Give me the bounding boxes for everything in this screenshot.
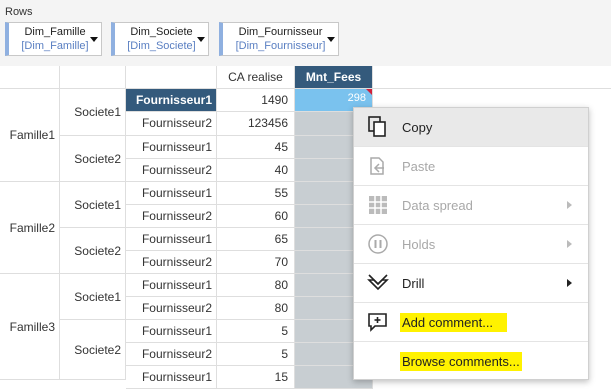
societe-label: Societe2 <box>74 243 121 258</box>
row-header-societe[interactable]: Societe1 <box>60 89 126 136</box>
menu-item-holds[interactable]: Holds <box>354 225 588 264</box>
cell-ca-realise[interactable]: 5 <box>217 343 295 366</box>
dim-chip-sub: [Dim_Societe] <box>127 40 196 52</box>
row-header-fournisseur[interactable]: Fournisseur2 <box>126 343 217 366</box>
cell-ca-realise[interactable]: 80 <box>217 297 295 320</box>
copy-icon <box>354 116 402 138</box>
row-header-fournisseur[interactable]: Fournisseur2 <box>126 251 217 274</box>
cell-ca-realise[interactable]: 40 <box>217 159 295 182</box>
row-header-fournisseur[interactable]: Fournisseur1 <box>126 182 217 205</box>
row-header-fournisseur[interactable]: Fournisseur2 <box>126 297 217 320</box>
dim-chip-societe[interactable]: Dim_Societe [Dim_Societe] <box>111 22 209 56</box>
chevron-right-icon <box>567 240 572 248</box>
comment-flag-icon <box>366 89 372 95</box>
rows-toolbar: Rows Dim_Famille [Dim_Famille] Dim_Socie… <box>0 0 611 67</box>
dim-chip-name: Dim_Famille <box>24 26 86 38</box>
row-header-fournisseur[interactable]: Fournisseur2 <box>126 205 217 228</box>
corner-cell <box>0 66 60 89</box>
row-header-famille[interactable]: Famille1 <box>0 89 60 182</box>
menu-item-label: Data spread <box>402 197 473 213</box>
cell-ca-realise[interactable]: 65 <box>217 228 295 251</box>
chevron-down-icon[interactable] <box>327 37 335 42</box>
empty-header <box>373 66 611 89</box>
menu-item-label: Drill <box>402 275 425 291</box>
cell-ca-realise[interactable]: 80 <box>217 274 295 297</box>
col-header-mnt-fees[interactable]: Mnt_Fees <box>295 66 373 89</box>
row-header-fournisseur[interactable]: Fournisseur1 <box>126 366 217 389</box>
dim-chip-fournisseur[interactable]: Dim_Fournisseur [Dim_Fournisseur] <box>219 22 339 56</box>
corner-cell <box>60 66 126 89</box>
menu-item-add-comment[interactable]: Add comment... <box>354 303 588 342</box>
cell-ca-realise[interactable]: 70 <box>217 251 295 274</box>
menu-item-paste[interactable]: Paste <box>354 147 588 186</box>
menu-item-copy[interactable]: Copy <box>354 108 588 147</box>
cell-ca-realise[interactable]: 5 <box>217 320 295 343</box>
row-header-fournisseur[interactable]: Fournisseur1 <box>126 320 217 343</box>
cell-value: 298 <box>347 92 366 104</box>
menu-item-label: Holds <box>402 236 436 252</box>
dim-chip-famille[interactable]: Dim_Famille [Dim_Famille] <box>5 22 102 56</box>
row-header-fournisseur[interactable]: Fournisseur2 <box>126 159 217 182</box>
context-menu: Copy Paste Data spread Holds Drill Add c… <box>353 107 589 380</box>
dim-chip-sub: [Dim_Fournisseur] <box>235 40 326 52</box>
menu-item-label: Add comment... <box>400 312 508 332</box>
add-comment-icon <box>354 311 402 333</box>
row-header-famille[interactable]: Famille3 <box>0 274 60 380</box>
menu-item-label: Copy <box>402 119 433 135</box>
famille-label: Famille3 <box>9 319 55 334</box>
famille-label: Famille1 <box>9 128 55 142</box>
famille-label: Famille2 <box>9 220 55 235</box>
menu-item-drill[interactable]: Drill <box>354 264 588 303</box>
row-header-fournisseur[interactable]: Fournisseur1 <box>126 228 217 251</box>
cell-ca-realise[interactable]: 15 <box>217 366 295 389</box>
paste-icon <box>354 155 402 177</box>
cell-ca-realise[interactable]: 60 <box>217 205 295 228</box>
drill-icon <box>354 272 402 294</box>
dim-chip-sub: [Dim_Famille] <box>21 40 89 52</box>
row-header-fournisseur[interactable]: Fournisseur1 <box>126 89 217 112</box>
menu-item-browse-comments[interactable]: Browse comments... <box>354 342 588 381</box>
dim-chip-name: Dim_Societe <box>130 26 193 38</box>
cell-ca-realise[interactable]: 45 <box>217 136 295 159</box>
societe-label: Societe2 <box>74 151 121 166</box>
holds-icon <box>354 233 402 255</box>
chevron-right-icon <box>567 201 572 209</box>
menu-item-label: Browse comments... <box>400 352 522 371</box>
row-header-fournisseur[interactable]: Fournisseur1 <box>126 274 217 297</box>
data-spread-icon <box>354 195 402 215</box>
row-header-societe[interactable]: Societe1 <box>60 274 126 320</box>
societe-label: Societe2 <box>74 342 121 357</box>
row-header-societe[interactable]: Societe1 <box>60 182 126 228</box>
rows-label: Rows <box>5 6 33 18</box>
cell-ca-realise[interactable]: 1490 <box>217 89 295 112</box>
corner-cell <box>126 66 217 89</box>
chevron-down-icon[interactable] <box>197 37 205 42</box>
row-header-fournisseur[interactable]: Fournisseur1 <box>126 136 217 159</box>
menu-item-data-spread[interactable]: Data spread <box>354 186 588 225</box>
societe-label: Societe1 <box>74 289 121 304</box>
row-header-fournisseur[interactable]: Fournisseur2 <box>126 112 217 136</box>
col-header-ca-realise[interactable]: CA realise <box>217 66 295 89</box>
societe-label: Societe1 <box>74 197 121 212</box>
row-header-famille[interactable]: Famille2 <box>0 182 60 274</box>
dim-chip-name: Dim_Fournisseur <box>238 26 323 38</box>
row-header-societe[interactable]: Societe2 <box>60 136 126 182</box>
chevron-down-icon[interactable] <box>90 37 98 42</box>
row-header-societe[interactable]: Societe2 <box>60 320 126 380</box>
row-header-societe[interactable]: Societe2 <box>60 228 126 274</box>
chevron-right-icon <box>567 279 572 287</box>
cell-ca-realise[interactable]: 55 <box>217 182 295 205</box>
cell-ca-realise[interactable]: 123456 <box>217 112 295 136</box>
menu-item-label: Paste <box>402 158 436 174</box>
societe-label: Societe1 <box>74 105 121 119</box>
